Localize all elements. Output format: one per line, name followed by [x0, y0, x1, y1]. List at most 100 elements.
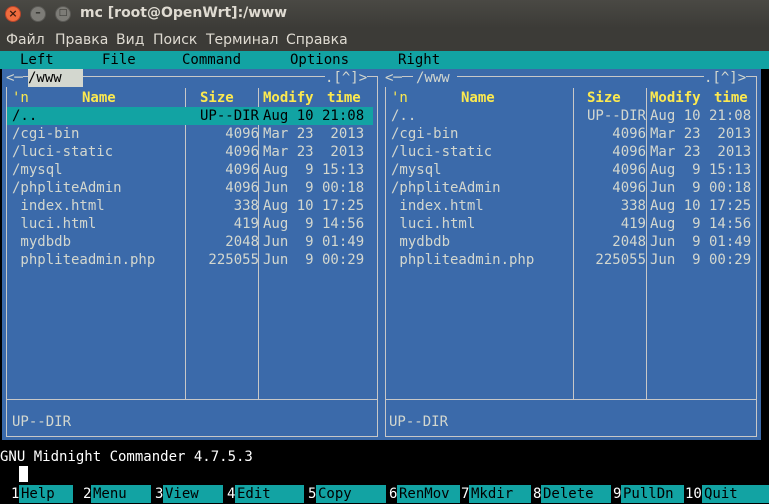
file-row[interactable]: luci.html 419 Aug 9 14:56 [7, 215, 373, 233]
command-cursor[interactable] [19, 466, 28, 482]
file-size: 2048 [225, 234, 259, 250]
key-number: 10 [685, 486, 702, 502]
file-row[interactable]: phpliteadmin.php 225055 Jun 9 00:29 [7, 251, 373, 269]
key-menu[interactable]: 2 Menu [80, 484, 155, 504]
right-hotlist[interactable]: .[^]> [704, 69, 747, 87]
file-size: 4096 [225, 144, 259, 160]
right-path-label: /www [413, 69, 457, 87]
col-size-header[interactable]: Size [587, 89, 621, 107]
file-date: Jun 9 00:29 [263, 252, 365, 268]
file-row[interactable]: /phpliteAdmin 4096 Jun 9 00:18 [7, 179, 373, 197]
mc-menu-options[interactable]: Options [290, 52, 349, 68]
left-status-divider [6, 399, 378, 400]
file-date: Jun 9 01:49 [263, 234, 365, 250]
key-mkdir[interactable]: 7 Mkdir [460, 484, 531, 504]
file-size: 4096 [612, 144, 646, 160]
file-size: 225055 [595, 252, 646, 268]
file-size: 338 [233, 198, 259, 214]
file-row[interactable]: /luci-static 4096 Mar 23 2013 [7, 143, 373, 161]
col-time-header[interactable]: time [327, 89, 361, 107]
file-row[interactable]: /mysql 4096 Aug 9 15:13 [386, 161, 752, 179]
menu-file[interactable]: Файл [6, 32, 45, 48]
file-name: index.html [12, 198, 105, 214]
key-renmov[interactable]: 6 RenMov [386, 484, 460, 504]
key-pulldn[interactable]: 9 PullDn [611, 484, 684, 504]
close-icon[interactable]: × [5, 6, 21, 22]
right-status: UP--DIR [389, 414, 449, 430]
key-label: View [163, 485, 223, 503]
file-size: 419 [620, 216, 646, 232]
left-panel[interactable]: <─ /www .[^]> 'n Name Size Modify time /… [2, 69, 382, 440]
file-row[interactable]: index.html 338 Aug 10 17:25 [386, 197, 752, 215]
right-panel[interactable]: <─ /www .[^]> 'n Name Size Modify time /… [381, 69, 761, 440]
left-panel-arrow[interactable]: <─ [6, 69, 23, 87]
file-date: Aug 10 21:08 [263, 108, 365, 124]
file-name: /.. [391, 108, 417, 124]
file-date: Mar 23 2013 [650, 144, 752, 160]
file-name: /cgi-bin [12, 126, 80, 142]
menu-edit[interactable]: Правка [55, 32, 108, 48]
file-row[interactable]: /.. UP--DIR Aug 10 21:08 [386, 107, 752, 125]
file-row[interactable]: /phpliteAdmin 4096 Jun 9 00:18 [386, 179, 752, 197]
file-size: UP--DIR [586, 108, 646, 124]
col-time-header[interactable]: time [714, 89, 748, 107]
file-size: 4096 [225, 180, 259, 196]
key-label: Mkdir [469, 485, 531, 503]
file-date: Mar 23 2013 [650, 126, 752, 142]
file-row[interactable]: /cgi-bin 4096 Mar 23 2013 [7, 125, 373, 143]
file-size: UP--DIR [199, 108, 259, 124]
file-date: Jun 9 01:49 [650, 234, 752, 250]
file-name: /cgi-bin [391, 126, 459, 142]
file-row[interactable]: mydbdb 2048 Jun 9 01:49 [386, 233, 752, 251]
right-path[interactable]: /www [416, 69, 450, 87]
window-titlebar: × – □ mc [root@OpenWrt]:/www [0, 0, 769, 28]
mc-menu-command[interactable]: Command [182, 52, 241, 68]
file-row[interactable]: /mysql 4096 Aug 9 15:13 [7, 161, 373, 179]
file-date: Aug 9 15:13 [650, 162, 752, 178]
mc-menu-file[interactable]: File [102, 52, 136, 68]
key-view[interactable]: 3 View [152, 484, 227, 504]
col-name-header[interactable]: Name [461, 89, 495, 107]
menu-search[interactable]: Поиск [153, 32, 197, 48]
maximize-icon[interactable]: □ [55, 6, 71, 22]
col-modify-header[interactable]: Modify [650, 89, 701, 107]
file-date: Aug 10 17:25 [650, 198, 752, 214]
left-path-highlight: /www [28, 69, 83, 87]
file-row[interactable]: /.. UP--DIR Aug 10 21:08 [7, 107, 373, 125]
file-size: 4096 [612, 162, 646, 178]
mc-menu-left[interactable]: Left [20, 52, 54, 68]
file-row[interactable]: mydbdb 2048 Jun 9 01:49 [7, 233, 373, 251]
file-row[interactable]: /luci-static 4096 Mar 23 2013 [386, 143, 752, 161]
key-delete[interactable]: 8 Delete [531, 484, 611, 504]
key-help[interactable]: 1 Help [0, 484, 80, 504]
key-copy[interactable]: 5 Copy [305, 484, 386, 504]
col-modify-header[interactable]: Modify [263, 89, 314, 107]
right-panel-arrow[interactable]: <─ [385, 69, 402, 87]
menu-view[interactable]: Вид [116, 32, 144, 48]
file-row[interactable]: index.html 338 Aug 10 17:25 [7, 197, 373, 215]
file-name: mydbdb [391, 234, 451, 250]
col-sort-order[interactable]: 'n [391, 89, 408, 107]
key-quit[interactable]: 10 Quit [684, 484, 769, 504]
right-status-divider [385, 399, 757, 400]
menu-help[interactable]: Справка [286, 32, 348, 48]
file-date: Aug 9 14:56 [263, 216, 365, 232]
menu-terminal[interactable]: Терминал [206, 32, 278, 48]
file-row[interactable]: phpliteadmin.php 225055 Jun 9 00:29 [386, 251, 752, 269]
col-size-header[interactable]: Size [200, 89, 234, 107]
file-size: 4096 [612, 180, 646, 196]
file-name: /phpliteAdmin [391, 180, 501, 196]
file-row[interactable]: luci.html 419 Aug 9 14:56 [386, 215, 752, 233]
key-edit[interactable]: 4 Edit [224, 484, 304, 504]
file-name: mydbdb [12, 234, 72, 250]
key-label: Delete [541, 485, 611, 503]
file-size: 2048 [612, 234, 646, 250]
mc-menu-right[interactable]: Right [398, 52, 440, 68]
left-hotlist[interactable]: .[^]> [325, 69, 368, 87]
left-path[interactable]: /www [28, 69, 62, 87]
file-size: 4096 [225, 162, 259, 178]
file-row[interactable]: /cgi-bin 4096 Mar 23 2013 [386, 125, 752, 143]
col-sort-order[interactable]: 'n [12, 89, 29, 107]
minimize-icon[interactable]: – [30, 6, 46, 22]
col-name-header[interactable]: Name [82, 89, 116, 107]
